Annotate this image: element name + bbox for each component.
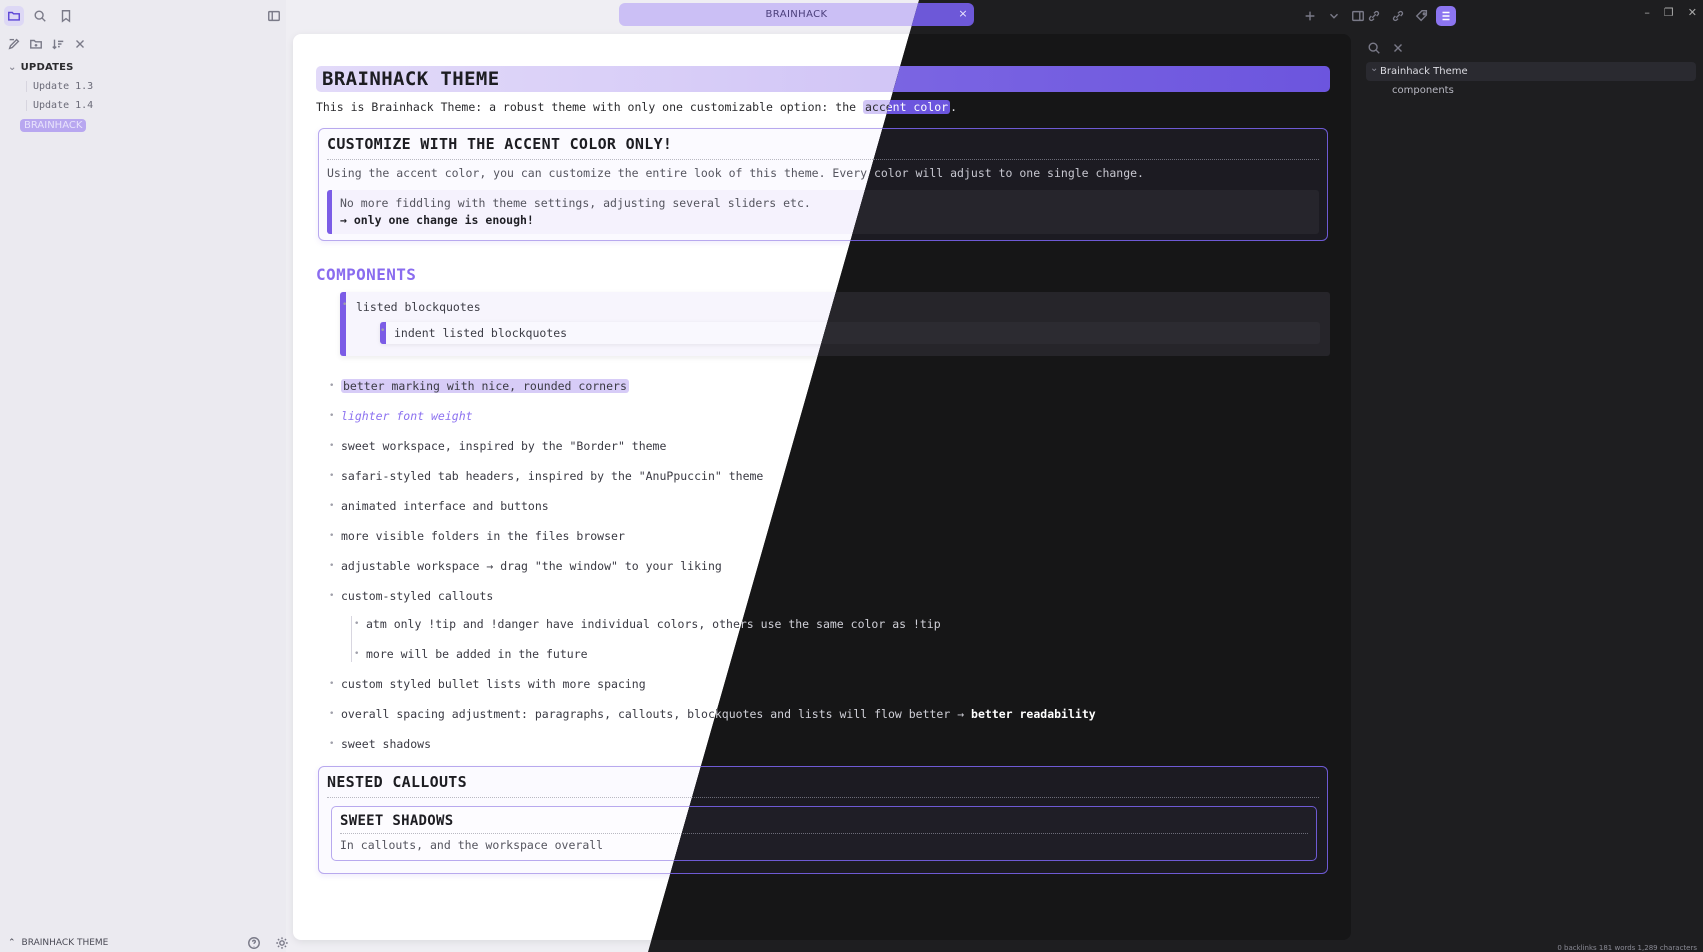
settings-gear-icon[interactable] <box>272 933 292 952</box>
file-tree: ⌄UPDATES Update 1.3 Update 1.4 BRAINHACK <box>8 62 93 132</box>
outline-icon[interactable] <box>1436 6 1456 26</box>
window-controls: – ❐ ✕ <box>1644 6 1697 19</box>
tags-icon[interactable] <box>1412 6 1432 26</box>
backlinks-icon[interactable] <box>1364 6 1384 26</box>
right-sidebar: Brainhack Theme components <box>1358 34 1703 952</box>
minimize-button[interactable]: – <box>1644 6 1650 19</box>
outline-item-components[interactable]: components <box>1366 81 1696 100</box>
file-brainhack-active[interactable]: BRAINHACK <box>20 119 87 132</box>
search-icon[interactable] <box>30 6 50 26</box>
file-update-1-3[interactable]: Update 1.3 <box>26 81 93 92</box>
file-nav-icons <box>4 34 90 54</box>
vault-chevron-icon: ⌃ <box>8 938 16 948</box>
sidebar-top-icons <box>4 6 76 26</box>
maximize-button[interactable]: ❐ <box>1664 6 1674 19</box>
collapse-all-icon[interactable] <box>1388 38 1408 58</box>
bookmark-icon[interactable] <box>56 6 76 26</box>
new-note-icon[interactable] <box>4 34 24 54</box>
search-icon[interactable] <box>1364 38 1384 58</box>
close-window-button[interactable]: ✕ <box>1688 6 1697 19</box>
outline-toolbar <box>1364 38 1408 58</box>
status-counts: 0 backlinks 181 words 1,289 characters <box>1557 944 1697 952</box>
outline-tree: Brainhack Theme components <box>1366 62 1696 100</box>
sort-icon[interactable] <box>48 34 68 54</box>
outgoing-links-icon[interactable] <box>1388 6 1408 26</box>
tab-toolbar <box>1300 6 1368 26</box>
tab-title: BRAINHACK <box>765 9 828 20</box>
sidebar-toggle-icon[interactable] <box>264 6 284 26</box>
chevron-down-icon: ⌄ <box>8 62 17 73</box>
right-sidebar-tabs <box>1364 6 1456 26</box>
collapse-icon[interactable] <box>70 34 90 54</box>
folder-icon[interactable] <box>4 6 24 26</box>
left-sidebar: ⌄UPDATES Update 1.3 Update 1.4 BRAINHACK… <box>0 0 288 952</box>
folder-updates[interactable]: ⌄UPDATES <box>8 62 93 73</box>
vault-switcher[interactable]: ⌃ BRAINHACK THEME <box>8 937 288 949</box>
help-icon[interactable] <box>244 933 264 952</box>
file-update-1-4[interactable]: Update 1.4 <box>26 100 93 111</box>
new-tab-icon[interactable] <box>1300 6 1320 26</box>
new-folder-icon[interactable] <box>26 34 46 54</box>
outline-item-brainhack-theme[interactable]: Brainhack Theme <box>1366 62 1696 81</box>
tab-list-chevron-icon[interactable] <box>1324 6 1344 26</box>
tab-close-icon[interactable]: × <box>958 7 968 20</box>
highlight-mark: better marking with nice, rounded corner… <box>341 379 629 393</box>
vault-name: BRAINHACK THEME <box>21 938 109 948</box>
